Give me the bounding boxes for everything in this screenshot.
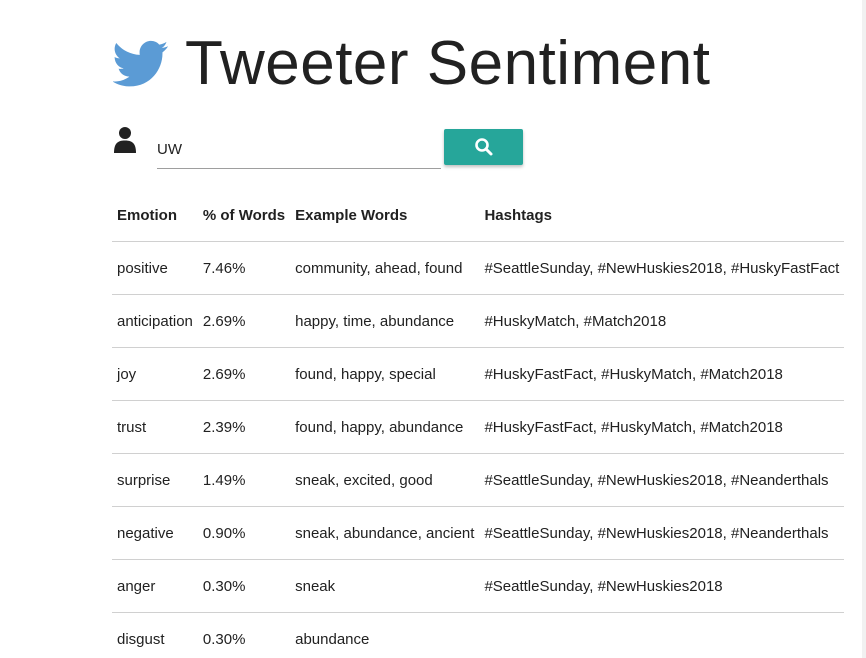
hashtags-cell: #SeattleSunday, #NewHuskies2018, #HuskyF… [479, 241, 845, 295]
search-icon [474, 138, 492, 156]
table-row: surprise 1.49% sneak, excited, good #Sea… [112, 453, 845, 507]
examples-cell: community, ahead, found [290, 241, 480, 295]
percent-cell: 7.46% [197, 241, 291, 295]
table-row: positive 7.46% community, ahead, found #… [112, 241, 845, 295]
examples-cell: found, happy, special [290, 347, 480, 401]
hashtags-cell: #SeattleSunday, #NewHuskies2018 [479, 559, 845, 613]
hashtags-cell [479, 612, 845, 658]
column-header-hashtags: Hashtags [479, 190, 845, 242]
table-row: joy 2.69% found, happy, special #HuskyFa… [112, 347, 845, 401]
examples-cell: sneak, abundance, ancient [290, 506, 480, 560]
examples-cell: happy, time, abundance [290, 294, 480, 348]
table-row: disgust 0.30% abundance [112, 612, 845, 658]
username-input[interactable] [157, 130, 441, 169]
percent-cell: 0.30% [197, 612, 291, 658]
header: Tweeter Sentiment [113, 30, 710, 98]
sentiment-table: Emotion % of Words Example Words Hashtag… [112, 190, 845, 658]
hashtags-cell: #HuskyFastFact, #HuskyMatch, #Match2018 [479, 400, 845, 454]
examples-cell: found, happy, abundance [290, 400, 480, 454]
emotion-cell: anticipation [112, 294, 198, 348]
percent-cell: 2.39% [197, 400, 291, 454]
emotion-cell: trust [112, 400, 198, 454]
emotion-cell: disgust [112, 612, 198, 658]
table-row: anger 0.30% sneak #SeattleSunday, #NewHu… [112, 559, 845, 613]
percent-cell: 0.90% [197, 506, 291, 560]
percent-cell: 1.49% [197, 453, 291, 507]
emotion-cell: joy [112, 347, 198, 401]
hashtags-cell: #SeattleSunday, #NewHuskies2018, #Neande… [479, 453, 845, 507]
table-row: anticipation 2.69% happy, time, abundanc… [112, 294, 845, 348]
emotion-cell: positive [112, 241, 198, 295]
column-header-percent: % of Words [197, 190, 291, 242]
scrollbar[interactable] [862, 0, 866, 658]
column-header-examples: Example Words [290, 190, 480, 242]
table-header-row: Emotion % of Words Example Words Hashtag… [112, 190, 845, 242]
page-title: Tweeter Sentiment [185, 29, 711, 98]
search-bar [113, 124, 533, 174]
percent-cell: 0.30% [197, 559, 291, 613]
twitter-bird-icon [113, 40, 169, 87]
hashtags-cell: #HuskyMatch, #Match2018 [479, 294, 845, 348]
percent-cell: 2.69% [197, 294, 291, 348]
examples-cell: abundance [290, 612, 480, 658]
hashtags-cell: #HuskyFastFact, #HuskyMatch, #Match2018 [479, 347, 845, 401]
hashtags-cell: #SeattleSunday, #NewHuskies2018, #Neande… [479, 506, 845, 560]
column-header-emotion: Emotion [112, 190, 198, 242]
examples-cell: sneak, excited, good [290, 453, 480, 507]
table-row: trust 2.39% found, happy, abundance #Hus… [112, 400, 845, 454]
examples-cell: sneak [290, 559, 480, 613]
emotion-cell: negative [112, 506, 198, 560]
emotion-cell: surprise [112, 453, 198, 507]
search-button[interactable] [444, 129, 523, 165]
table-row: negative 0.90% sneak, abundance, ancient… [112, 506, 845, 560]
page: Tweeter Sentiment Emotion % of Words Exa… [0, 0, 866, 658]
percent-cell: 2.69% [197, 347, 291, 401]
emotion-cell: anger [112, 559, 198, 613]
user-icon [114, 127, 136, 153]
